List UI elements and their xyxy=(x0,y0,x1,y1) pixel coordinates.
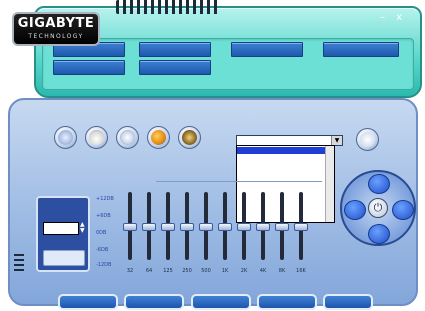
effect-button-1[interactable] xyxy=(54,126,77,149)
effect-button-3[interactable] xyxy=(116,126,139,149)
db-label: -12DB xyxy=(96,262,112,268)
eq-frequency-label: 500 xyxy=(201,268,211,274)
dropdown-scrollbar[interactable] xyxy=(325,146,334,222)
dropdown-option[interactable] xyxy=(237,174,334,181)
eq-frequency-label: 32 xyxy=(126,268,134,274)
eq-frequency-label: 4K xyxy=(259,268,267,274)
db-label: -6DB xyxy=(96,247,109,253)
eq-fader-knob[interactable] xyxy=(218,223,232,231)
eq-fader-knob[interactable] xyxy=(123,223,137,231)
edit-button[interactable] xyxy=(356,128,379,151)
dpad-right-button[interactable] xyxy=(392,200,414,220)
eq-frequency-label: 16K xyxy=(296,268,306,274)
effect-button-4[interactable] xyxy=(147,126,170,149)
tab-area xyxy=(42,38,414,90)
eq-fader-knob[interactable] xyxy=(256,223,270,231)
db-label: +12DB xyxy=(96,196,114,202)
audio-manager-window: – x GIGABYTE TECHNOLOGY ▼ +12DB +6DB 0DB… xyxy=(8,0,422,310)
pen-icon xyxy=(360,132,375,147)
power-button[interactable]: ⏻ xyxy=(368,198,388,218)
bathroom-icon xyxy=(89,130,104,145)
tab-button-4[interactable] xyxy=(323,42,399,57)
dropdown-option[interactable] xyxy=(237,156,334,163)
dpad-down-button[interactable] xyxy=(368,224,390,244)
bottom-button-3[interactable] xyxy=(191,294,251,310)
bottom-button-1[interactable] xyxy=(58,294,118,310)
logo-sub-text: TECHNOLOGY xyxy=(28,33,84,40)
db-label: 0DB xyxy=(96,230,107,236)
gigabyte-logo: GIGABYTE TECHNOLOGY xyxy=(12,12,100,46)
preset-box: ▲ ▼ xyxy=(36,196,90,272)
eq-frequency-label: 125 xyxy=(163,268,173,274)
window-controls: – x xyxy=(380,12,416,24)
equalizer-divider xyxy=(156,181,322,182)
eq-frequency-label: 1K xyxy=(221,268,229,274)
eq-fader-knob[interactable] xyxy=(275,223,289,231)
eq-fader-knob[interactable] xyxy=(180,223,194,231)
effect-button-5[interactable] xyxy=(178,126,201,149)
eq-fader-knob[interactable] xyxy=(237,223,251,231)
logo-main-text: GIGABYTE xyxy=(17,16,95,31)
bottom-button-4[interactable] xyxy=(257,294,317,310)
preset-save-button[interactable] xyxy=(43,250,85,266)
room-icon xyxy=(120,130,135,145)
eq-frequency-label: 250 xyxy=(182,268,192,274)
close-button[interactable]: x xyxy=(396,12,402,23)
bottom-button-2[interactable] xyxy=(124,294,184,310)
eq-fader-knob[interactable] xyxy=(161,223,175,231)
eq-frequency-label: 8K xyxy=(278,268,286,274)
eq-fader-knob[interactable] xyxy=(142,223,156,231)
eq-frequency-label: 64 xyxy=(145,268,153,274)
tab-button-6[interactable] xyxy=(139,60,211,75)
dropdown-option[interactable] xyxy=(237,192,334,199)
hall-icon xyxy=(151,130,166,145)
dropdown-option[interactable] xyxy=(237,147,334,154)
tab-button-3[interactable] xyxy=(231,42,303,57)
navigation-pad: ⏻ xyxy=(340,170,416,246)
eq-fader-knob[interactable] xyxy=(294,223,308,231)
dropdown-option[interactable] xyxy=(237,183,334,190)
dpad-up-button[interactable] xyxy=(368,174,390,194)
globe-icon xyxy=(58,130,73,145)
drag-grip[interactable] xyxy=(116,0,220,14)
dropdown-option[interactable] xyxy=(237,201,334,208)
effect-button-2[interactable] xyxy=(85,126,108,149)
side-grip[interactable] xyxy=(14,254,24,274)
minimize-button[interactable]: – xyxy=(380,12,385,23)
tab-button-5[interactable] xyxy=(53,60,125,75)
tab-button-2[interactable] xyxy=(139,42,211,57)
stone-corridor-icon xyxy=(182,130,197,145)
preset-spinner[interactable] xyxy=(43,222,79,235)
dpad-left-button[interactable] xyxy=(344,200,366,220)
eq-fader-knob[interactable] xyxy=(199,223,213,231)
eq-frequency-label: 2K xyxy=(240,268,248,274)
chevron-down-icon[interactable]: ▼ xyxy=(331,136,342,145)
dropdown-option[interactable] xyxy=(237,165,334,172)
bottom-button-5[interactable] xyxy=(323,294,373,310)
environment-dropdown-list xyxy=(236,145,335,223)
dropdown-option[interactable] xyxy=(237,210,334,217)
db-label: +6DB xyxy=(96,213,111,219)
spinner-arrows-icon[interactable]: ▲ ▼ xyxy=(80,222,86,235)
